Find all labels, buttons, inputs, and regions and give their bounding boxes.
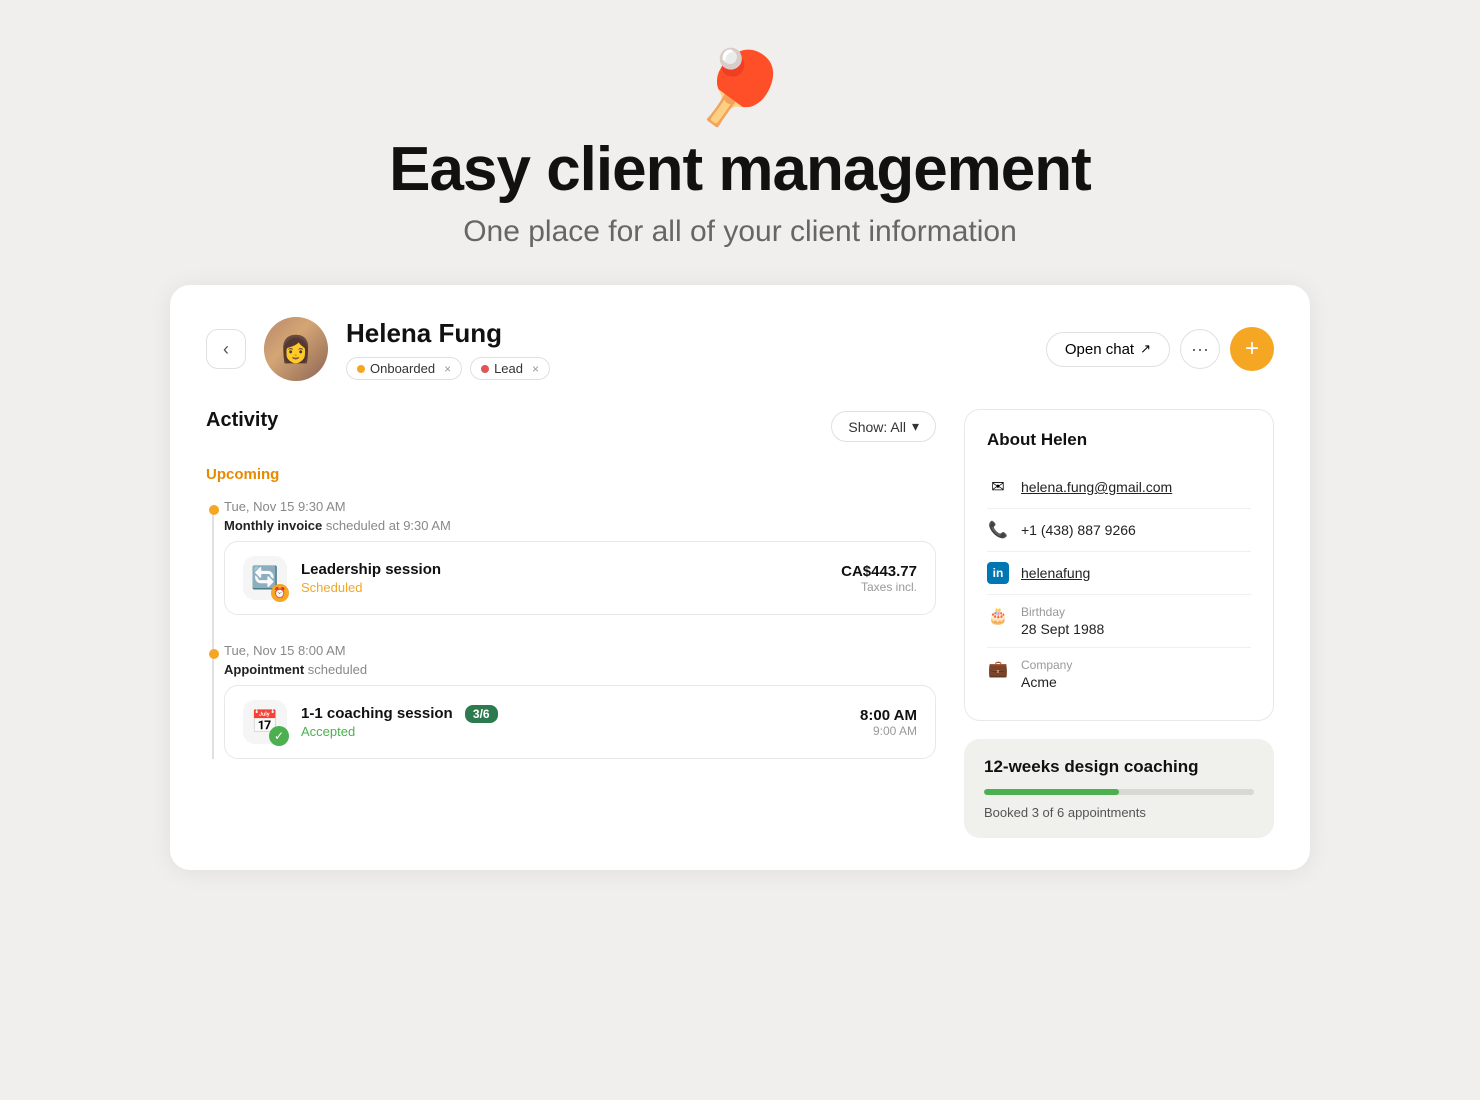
- accepted-check-icon: ✓: [269, 726, 289, 746]
- session-name-coaching: 1-1 coaching session 3/6: [301, 705, 846, 722]
- tag-dot-onboarded: [357, 365, 365, 373]
- about-title: About Helen: [987, 430, 1251, 450]
- card-body: Activity Show: All ▾ Upcoming Tue, Nov 1…: [206, 409, 1274, 838]
- company-label: Company: [1021, 658, 1072, 672]
- timeline-dot-1: [209, 505, 219, 515]
- main-card: ‹ 👩 Helena Fung Onboarded × Lead ×: [170, 285, 1310, 870]
- session-time-start: 8:00 AM: [860, 707, 917, 724]
- tag-lead[interactable]: Lead ×: [470, 357, 550, 380]
- birthday-label: Birthday: [1021, 605, 1104, 619]
- tag-list: Onboarded × Lead ×: [346, 357, 550, 380]
- card-header: ‹ 👩 Helena Fung Onboarded × Lead ×: [206, 317, 1274, 381]
- program-card: 12-weeks design coaching Booked 3 of 6 a…: [964, 739, 1274, 838]
- timeline-dot-2: [209, 649, 219, 659]
- chevron-down-icon: ▾: [912, 418, 919, 435]
- about-email-row: ✉ helena.fung@gmail.com: [987, 466, 1251, 509]
- session-price-sub: Taxes incl.: [841, 580, 917, 594]
- activity-title: Activity: [206, 409, 278, 432]
- hero-title: Easy client management: [389, 134, 1091, 205]
- session-name-leadership: Leadership session: [301, 561, 827, 578]
- about-card: About Helen ✉ helena.fung@gmail.com 📞 +1…: [964, 409, 1274, 721]
- tag-lead-close[interactable]: ×: [532, 362, 539, 376]
- add-button[interactable]: +: [1230, 327, 1274, 371]
- about-company-row: 💼 Company Acme: [987, 648, 1251, 700]
- about-birthday-row: 🎂 Birthday 28 Sept 1988: [987, 595, 1251, 648]
- timeline-date-2: Tue, Nov 15 8:00 AM: [224, 643, 936, 658]
- session-time-end: 9:00 AM: [860, 724, 917, 738]
- timeline-desc-bold-2: Appointment: [224, 662, 304, 677]
- about-linkedin-row: in helenafung: [987, 552, 1251, 595]
- timeline-desc-rest-2: scheduled: [308, 662, 367, 677]
- tag-onboarded-label: Onboarded: [370, 361, 435, 376]
- about-linkedin[interactable]: helenafung: [1021, 565, 1090, 581]
- header-left: ‹ 👩 Helena Fung Onboarded × Lead ×: [206, 317, 550, 381]
- birthday-icon: 🎂: [987, 605, 1009, 627]
- timeline-desc-bold-1: Monthly invoice: [224, 518, 322, 533]
- tag-dot-lead: [481, 365, 489, 373]
- tag-onboarded-close[interactable]: ×: [444, 362, 451, 376]
- timeline-desc-rest-1: scheduled at 9:30 AM: [326, 518, 451, 533]
- company-icon: 💼: [987, 658, 1009, 680]
- session-icon-coaching: 📅 ✓: [243, 700, 287, 744]
- hero-icon: 🏓: [695, 52, 785, 124]
- about-company-info: Company Acme: [1021, 658, 1072, 690]
- timeline-date-text-1: Tue, Nov 15 9:30 AM: [224, 499, 346, 514]
- linkedin-icon: in: [987, 562, 1009, 584]
- phone-icon: 📞: [987, 519, 1009, 541]
- about-phone-row: 📞 +1 (438) 887 9266: [987, 509, 1251, 552]
- upcoming-label: Upcoming: [206, 466, 936, 483]
- tag-onboarded[interactable]: Onboarded ×: [346, 357, 462, 380]
- session-info-coaching: 1-1 coaching session 3/6 Accepted: [301, 705, 846, 739]
- program-title: 12-weeks design coaching: [984, 757, 1254, 777]
- email-icon: ✉: [987, 476, 1009, 498]
- linkedin-logo: in: [987, 562, 1009, 584]
- timeline-item-1: Tue, Nov 15 9:30 AM Monthly invoice sche…: [224, 499, 936, 615]
- show-filter-label: Show: All: [848, 419, 906, 435]
- right-panel: About Helen ✉ helena.fung@gmail.com 📞 +1…: [964, 409, 1274, 838]
- timeline: Tue, Nov 15 9:30 AM Monthly invoice sche…: [206, 499, 936, 759]
- back-button[interactable]: ‹: [206, 329, 246, 369]
- company-value: Acme: [1021, 674, 1072, 690]
- session-price-main: CA$443.77: [841, 563, 917, 580]
- session-status-coaching: Accepted: [301, 724, 846, 739]
- clock-badge-icon: ⏰: [271, 584, 289, 602]
- session-info-leadership: Leadership session Scheduled: [301, 561, 827, 595]
- client-info: Helena Fung Onboarded × Lead ×: [346, 318, 550, 380]
- timeline-item-2: Tue, Nov 15 8:00 AM Appointment schedule…: [224, 643, 936, 759]
- header-right: Open chat ↗ ··· +: [1046, 327, 1274, 371]
- hero-subtitle: One place for all of your client informa…: [463, 215, 1017, 249]
- session-price-leadership: CA$443.77 Taxes incl.: [841, 563, 917, 594]
- tag-lead-label: Lead: [494, 361, 523, 376]
- timeline-date-text-2: Tue, Nov 15 8:00 AM: [224, 643, 346, 658]
- session-card-coaching[interactable]: 📅 ✓ 1-1 coaching session 3/6 Accepted 8:…: [224, 685, 936, 759]
- show-filter-button[interactable]: Show: All ▾: [831, 411, 936, 442]
- session-status-leadership: Scheduled: [301, 580, 827, 595]
- timeline-desc-1: Monthly invoice scheduled at 9:30 AM: [224, 518, 936, 533]
- timeline-date-1: Tue, Nov 15 9:30 AM: [224, 499, 936, 514]
- avatar: 👩: [264, 317, 328, 381]
- session-card-leadership[interactable]: 🔄 ⏰ Leadership session Scheduled CA$443.…: [224, 541, 936, 615]
- open-chat-button[interactable]: Open chat ↗: [1046, 332, 1170, 367]
- program-progress-fill: [984, 789, 1119, 795]
- timeline-desc-2: Appointment scheduled: [224, 662, 936, 677]
- program-sub: Booked 3 of 6 appointments: [984, 805, 1254, 820]
- activity-panel: Activity Show: All ▾ Upcoming Tue, Nov 1…: [206, 409, 936, 838]
- about-phone: +1 (438) 887 9266: [1021, 522, 1136, 538]
- avatar-image: 👩: [264, 317, 328, 381]
- external-link-icon: ↗: [1140, 341, 1151, 357]
- birthday-value: 28 Sept 1988: [1021, 621, 1104, 637]
- hero-section: 🏓 Easy client management One place for a…: [0, 0, 1480, 285]
- more-button[interactable]: ···: [1180, 329, 1220, 369]
- about-birthday-info: Birthday 28 Sept 1988: [1021, 605, 1104, 637]
- session-count-badge: 3/6: [465, 705, 498, 723]
- about-email[interactable]: helena.fung@gmail.com: [1021, 479, 1172, 495]
- open-chat-label: Open chat: [1065, 341, 1134, 358]
- session-time-coaching: 8:00 AM 9:00 AM: [860, 707, 917, 738]
- client-name: Helena Fung: [346, 318, 550, 349]
- program-progress-bar: [984, 789, 1254, 795]
- session-icon-leadership: 🔄 ⏰: [243, 556, 287, 600]
